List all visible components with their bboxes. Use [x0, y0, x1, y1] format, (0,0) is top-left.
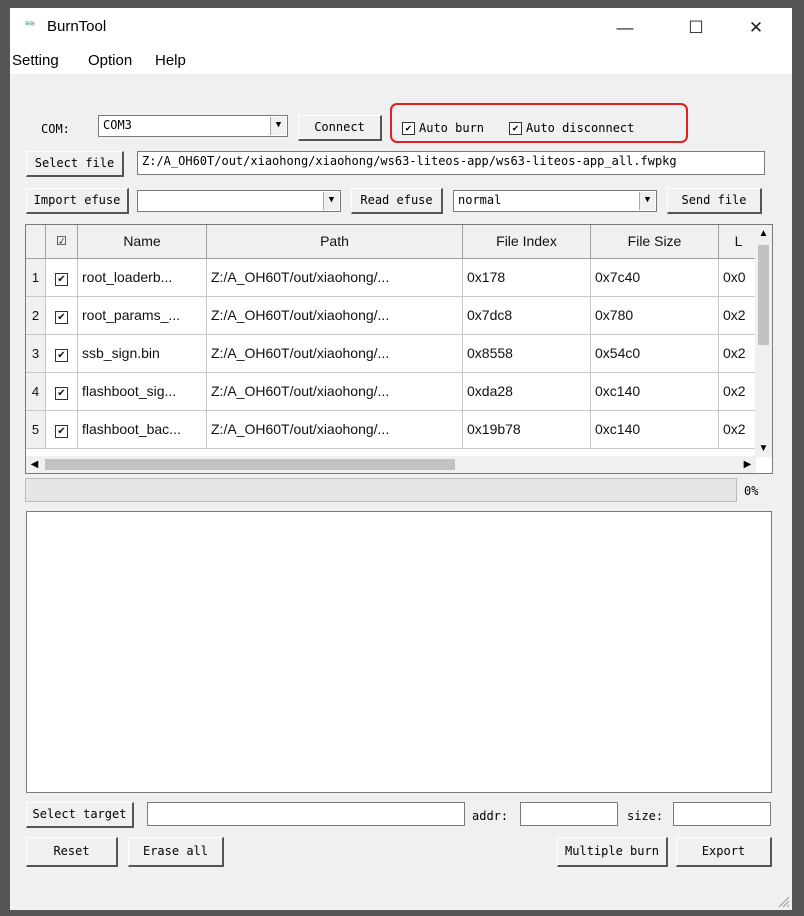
file-table: ☑ Name Path File Index File Size L 1 ✔ r… — [25, 224, 773, 474]
chevron-down-icon[interactable]: ▼ — [323, 192, 339, 210]
row-checkbox[interactable]: ✔ — [46, 373, 78, 411]
row-number: 1 — [26, 259, 46, 297]
addr-input[interactable] — [520, 802, 618, 826]
erase-all-button[interactable]: Erase all — [128, 837, 224, 867]
checkbox-checked-icon: ✔ — [55, 349, 68, 362]
row-number: 4 — [26, 373, 46, 411]
scroll-up-icon[interactable]: ▲ — [755, 225, 772, 242]
header-name[interactable]: Name — [78, 225, 207, 259]
checkbox-checked-icon: ✔ — [55, 273, 68, 286]
cell-extra[interactable]: 0x2 — [719, 335, 759, 373]
app-icon: ≋≋ — [25, 19, 35, 28]
checkbox-checked-icon: ✔ — [55, 311, 68, 324]
cell-name[interactable]: root_loaderb... — [78, 259, 207, 297]
row-checkbox[interactable]: ✔ — [46, 335, 78, 373]
import-efuse-button[interactable]: Import efuse — [26, 188, 129, 214]
row-checkbox[interactable]: ✔ — [46, 411, 78, 449]
mode-select[interactable]: normal ▼ — [453, 190, 657, 212]
table-corner — [26, 225, 46, 259]
minimize-button[interactable]: — — [600, 8, 650, 48]
checkbox-checked-icon: ✔ — [55, 387, 68, 400]
row-checkbox[interactable]: ✔ — [46, 297, 78, 335]
header-extra[interactable]: L — [719, 225, 759, 259]
menu-option[interactable]: Option — [88, 52, 132, 69]
scroll-right-icon[interactable]: ▶ — [739, 456, 756, 473]
com-label: COM: — [41, 122, 70, 136]
cell-path[interactable]: Z:/A_OH60T/out/xiaohong/... — [207, 373, 463, 411]
header-file-index[interactable]: File Index — [463, 225, 591, 259]
menu-setting[interactable]: Setting — [12, 52, 59, 69]
chevron-down-icon[interactable]: ▼ — [270, 117, 286, 135]
cell-extra[interactable]: 0x2 — [719, 297, 759, 335]
maximize-button[interactable]: ☐ — [671, 8, 721, 48]
highlight-annotation — [390, 103, 688, 143]
row-number: 3 — [26, 335, 46, 373]
efuse-select[interactable]: ▼ — [137, 190, 341, 212]
send-file-button[interactable]: Send file — [667, 188, 762, 214]
horizontal-scroll-thumb[interactable] — [45, 459, 455, 470]
window-title: BurnTool — [47, 18, 107, 35]
row-number: 2 — [26, 297, 46, 335]
checkbox-checked-icon: ✔ — [55, 425, 68, 438]
cell-path[interactable]: Z:/A_OH60T/out/xiaohong/... — [207, 335, 463, 373]
cell-file-size[interactable]: 0xc140 — [591, 411, 719, 449]
cell-path[interactable]: Z:/A_OH60T/out/xiaohong/... — [207, 297, 463, 335]
chevron-down-icon[interactable]: ▼ — [639, 192, 655, 210]
cell-name[interactable]: flashboot_sig... — [78, 373, 207, 411]
mode-value: normal — [458, 193, 502, 207]
read-efuse-button[interactable]: Read efuse — [351, 188, 443, 214]
vertical-scrollbar[interactable]: ▲ ▼ — [755, 225, 772, 457]
cell-file-index[interactable]: 0x8558 — [463, 335, 591, 373]
cell-path[interactable]: Z:/A_OH60T/out/xiaohong/... — [207, 259, 463, 297]
select-target-button[interactable]: Select target — [26, 802, 134, 828]
size-label: size: — [627, 809, 664, 823]
cell-extra[interactable]: 0x2 — [719, 373, 759, 411]
close-button[interactable]: ✕ — [731, 8, 781, 48]
addr-label: addr: — [472, 809, 509, 823]
reset-button[interactable]: Reset — [26, 837, 118, 867]
header-file-size[interactable]: File Size — [591, 225, 719, 259]
row-number: 5 — [26, 411, 46, 449]
cell-file-index[interactable]: 0x178 — [463, 259, 591, 297]
burntool-window: ≋≋ BurnTool — ☐ ✕ Setting Option Help CO… — [10, 8, 792, 910]
resize-grip-icon[interactable] — [778, 896, 790, 908]
multiple-burn-button[interactable]: Multiple burn — [557, 837, 668, 867]
cell-file-size[interactable]: 0x780 — [591, 297, 719, 335]
cell-name[interactable]: ssb_sign.bin — [78, 335, 207, 373]
progress-bar — [25, 478, 737, 502]
menu-help[interactable]: Help — [155, 52, 186, 69]
select-file-button[interactable]: Select file — [26, 151, 124, 177]
cell-name[interactable]: root_params_... — [78, 297, 207, 335]
menu-bar: Setting Option Help — [10, 48, 792, 74]
target-input[interactable] — [147, 802, 465, 826]
file-path-input[interactable]: Z:/A_OH60T/out/xiaohong/xiaohong/ws63-li… — [137, 151, 765, 175]
vertical-scroll-thumb[interactable] — [758, 245, 769, 345]
cell-path[interactable]: Z:/A_OH60T/out/xiaohong/... — [207, 411, 463, 449]
horizontal-scrollbar[interactable]: ◀ ▶ — [26, 456, 756, 473]
com-value: COM3 — [103, 118, 132, 132]
cell-file-size[interactable]: 0x54c0 — [591, 335, 719, 373]
scroll-down-icon[interactable]: ▼ — [755, 440, 772, 457]
select-all-checkbox[interactable]: ☑ — [46, 225, 78, 259]
export-button[interactable]: Export — [676, 837, 772, 867]
connect-button[interactable]: Connect — [298, 115, 382, 141]
title-bar: ≋≋ BurnTool — ☐ ✕ — [10, 8, 792, 48]
scroll-left-icon[interactable]: ◀ — [26, 456, 43, 473]
log-output[interactable] — [26, 511, 772, 793]
cell-file-index[interactable]: 0xda28 — [463, 373, 591, 411]
cell-file-index[interactable]: 0x19b78 — [463, 411, 591, 449]
cell-extra[interactable]: 0x2 — [719, 411, 759, 449]
cell-file-size[interactable]: 0x7c40 — [591, 259, 719, 297]
cell-file-size[interactable]: 0xc140 — [591, 373, 719, 411]
size-input[interactable] — [673, 802, 771, 826]
cell-file-index[interactable]: 0x7dc8 — [463, 297, 591, 335]
header-path[interactable]: Path — [207, 225, 463, 259]
row-checkbox[interactable]: ✔ — [46, 259, 78, 297]
progress-percent: 0% — [744, 484, 759, 498]
cell-name[interactable]: flashboot_bac... — [78, 411, 207, 449]
cell-extra[interactable]: 0x0 — [719, 259, 759, 297]
com-select[interactable]: COM3 ▼ — [98, 115, 288, 137]
